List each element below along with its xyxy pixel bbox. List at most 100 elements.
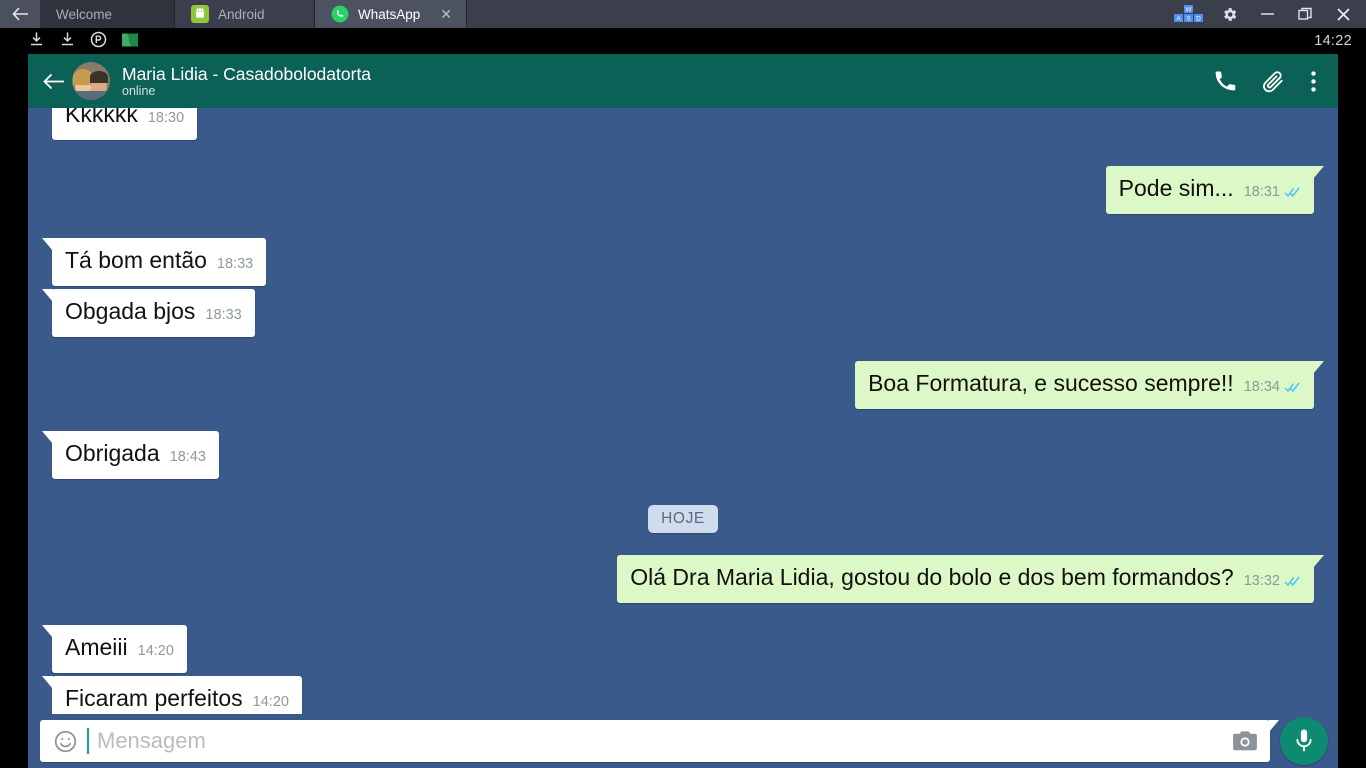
message-row: Boa Formatura, e sucesso sempre!! 18:34 xyxy=(42,361,1324,409)
statusbar-clock: 14:22 xyxy=(1314,33,1352,49)
message-text: Tá bom então xyxy=(65,247,207,273)
whatsapp-icon xyxy=(331,5,349,23)
svg-text:D: D xyxy=(1196,16,1201,23)
message-text: Kkkkkk xyxy=(65,108,138,127)
message-meta: 18:43 xyxy=(170,442,206,472)
chat-back-button[interactable] xyxy=(38,73,70,90)
voice-record-button[interactable] xyxy=(1280,717,1328,765)
camera-icon[interactable] xyxy=(1232,730,1258,752)
message-time: 14:20 xyxy=(137,643,174,659)
message-time: 13:32 xyxy=(1243,573,1280,589)
message-time: 18:31 xyxy=(1243,184,1280,200)
message-row: Kkkkkk 18:30 xyxy=(42,108,1324,140)
android-icon xyxy=(191,5,209,23)
tab-android-label: Android xyxy=(218,6,265,22)
window-controls: W A S D xyxy=(1166,0,1366,28)
contact-status: online xyxy=(122,83,156,98)
chat-header-text[interactable]: Maria Lidia - Casadobolodatorta online xyxy=(122,64,371,99)
svg-text:S: S xyxy=(1186,16,1191,23)
window-back-button[interactable] xyxy=(0,0,40,28)
message-meta: 18:33 xyxy=(217,249,253,279)
message-row: Olá Dra Maria Lidia, gostou do bolo e do… xyxy=(42,555,1324,603)
keymapping-icon[interactable]: W A S D xyxy=(1166,0,1210,28)
chat-header-actions xyxy=(1214,70,1320,93)
overflow-menu-icon[interactable] xyxy=(1311,70,1316,92)
message-text: Ameiii xyxy=(65,634,128,660)
message-input-placeholder: Mensagem xyxy=(97,728,206,753)
message-row: Tá bom então 18:33 xyxy=(41,238,1324,286)
tab-whatsapp-label: WhatsApp xyxy=(358,6,421,22)
message-input-box[interactable]: Mensagem xyxy=(40,720,1279,762)
message-text: Boa Formatura, e sucesso sempre!! xyxy=(868,370,1234,396)
message-bubble-incoming[interactable]: Ameiii 14:20 xyxy=(42,625,187,673)
read-receipt-icon xyxy=(1284,187,1301,198)
message-text: Obgada bjos xyxy=(65,298,196,324)
minimize-button[interactable] xyxy=(1248,0,1286,28)
chat-header: Maria Lidia - Casadobolodatorta online xyxy=(28,54,1338,108)
message-bubble-outgoing[interactable]: Boa Formatura, e sucesso sempre!! 18:34 xyxy=(855,361,1324,409)
message-time: 18:30 xyxy=(147,110,185,126)
message-time: 18:34 xyxy=(1243,379,1280,395)
message-meta: 18:33 xyxy=(205,300,241,330)
window-tabbar: Welcome Android WhatsApp ✕ W A S D xyxy=(0,0,1366,28)
svg-text:A: A xyxy=(1176,16,1181,23)
message-bubble-outgoing[interactable]: Pode sim... 18:31 xyxy=(1105,166,1325,214)
read-receipt-icon xyxy=(1284,576,1301,587)
emoji-icon[interactable] xyxy=(52,728,78,754)
android-statusbar: 14:22 xyxy=(0,28,1366,54)
svg-text:W: W xyxy=(1185,7,1192,14)
date-divider: HOJE xyxy=(648,505,718,533)
message-meta: 18:34 xyxy=(1244,372,1301,402)
message-meta: 18:31 xyxy=(1244,177,1301,207)
pie-circle-icon xyxy=(90,31,107,51)
message-row: Ficaram perfeitos 14:20 xyxy=(42,676,1324,714)
message-time: 18:33 xyxy=(216,256,254,272)
message-text: Obrigada xyxy=(65,440,160,466)
message-row: Obrigada 18:43 xyxy=(42,431,1324,479)
date-divider-row: HOJE xyxy=(42,505,1324,533)
message-bubble-incoming[interactable]: Obrigada 18:43 xyxy=(42,431,219,479)
back-arrow-icon xyxy=(11,7,28,21)
message-bubble-incoming[interactable]: Obgada bjos 18:33 xyxy=(42,289,255,337)
read-receipt-icon xyxy=(1284,382,1301,393)
call-icon[interactable] xyxy=(1214,70,1236,92)
text-cursor xyxy=(87,728,89,754)
download-icon xyxy=(28,31,45,51)
tab-welcome-label: Welcome xyxy=(56,6,113,22)
message-time: 18:33 xyxy=(205,307,242,323)
message-meta: 13:32 xyxy=(1244,566,1301,596)
maximize-button[interactable] xyxy=(1286,0,1324,28)
tab-whatsapp[interactable]: WhatsApp ✕ xyxy=(315,0,467,28)
phone-screen: Maria Lidia - Casadobolodatorta online K… xyxy=(28,54,1338,768)
tab-close-icon[interactable]: ✕ xyxy=(440,6,452,23)
message-time: 14:20 xyxy=(252,694,289,710)
message-list[interactable]: Kkkkkk 18:30 Pode sim... 18:31 Tá bom en… xyxy=(28,108,1338,714)
message-bubble-incoming[interactable]: Tá bom então 18:33 xyxy=(41,238,267,286)
message-meta: 14:20 xyxy=(138,636,174,666)
contact-avatar[interactable] xyxy=(72,62,110,100)
message-composer: Mensagem xyxy=(28,714,1338,768)
close-button[interactable] xyxy=(1324,0,1362,28)
emulator-window: Welcome Android WhatsApp ✕ W A S D 14:22… xyxy=(0,0,1366,768)
message-text: Olá Dra Maria Lidia, gostou do bolo e do… xyxy=(630,564,1234,590)
message-row: Obgada bjos 18:33 xyxy=(42,289,1324,337)
tab-welcome[interactable]: Welcome xyxy=(40,0,175,28)
settings-gear-icon[interactable] xyxy=(1210,0,1248,28)
green-flag-icon xyxy=(121,32,139,51)
message-row: Ameiii 14:20 xyxy=(42,625,1324,673)
message-bubble-incoming[interactable]: Kkkkkk 18:30 xyxy=(52,108,198,140)
message-meta: 18:30 xyxy=(148,108,184,133)
message-meta: 14:20 xyxy=(253,687,289,714)
message-text: Ficaram perfeitos xyxy=(65,685,243,711)
attach-icon[interactable] xyxy=(1262,70,1285,93)
tabbar-spacer xyxy=(467,0,1166,28)
message-text: Pode sim... xyxy=(1118,175,1234,201)
message-bubble-outgoing[interactable]: Olá Dra Maria Lidia, gostou do bolo e do… xyxy=(617,555,1324,603)
message-bubble-incoming[interactable]: Ficaram perfeitos 14:20 xyxy=(42,676,302,714)
message-row: Pode sim... 18:31 xyxy=(42,166,1325,214)
contact-name: Maria Lidia - Casadobolodatorta xyxy=(122,63,372,84)
message-time: 18:43 xyxy=(169,449,206,465)
download-icon xyxy=(59,31,76,51)
tab-android[interactable]: Android xyxy=(175,0,315,28)
statusbar-icons xyxy=(28,31,139,51)
